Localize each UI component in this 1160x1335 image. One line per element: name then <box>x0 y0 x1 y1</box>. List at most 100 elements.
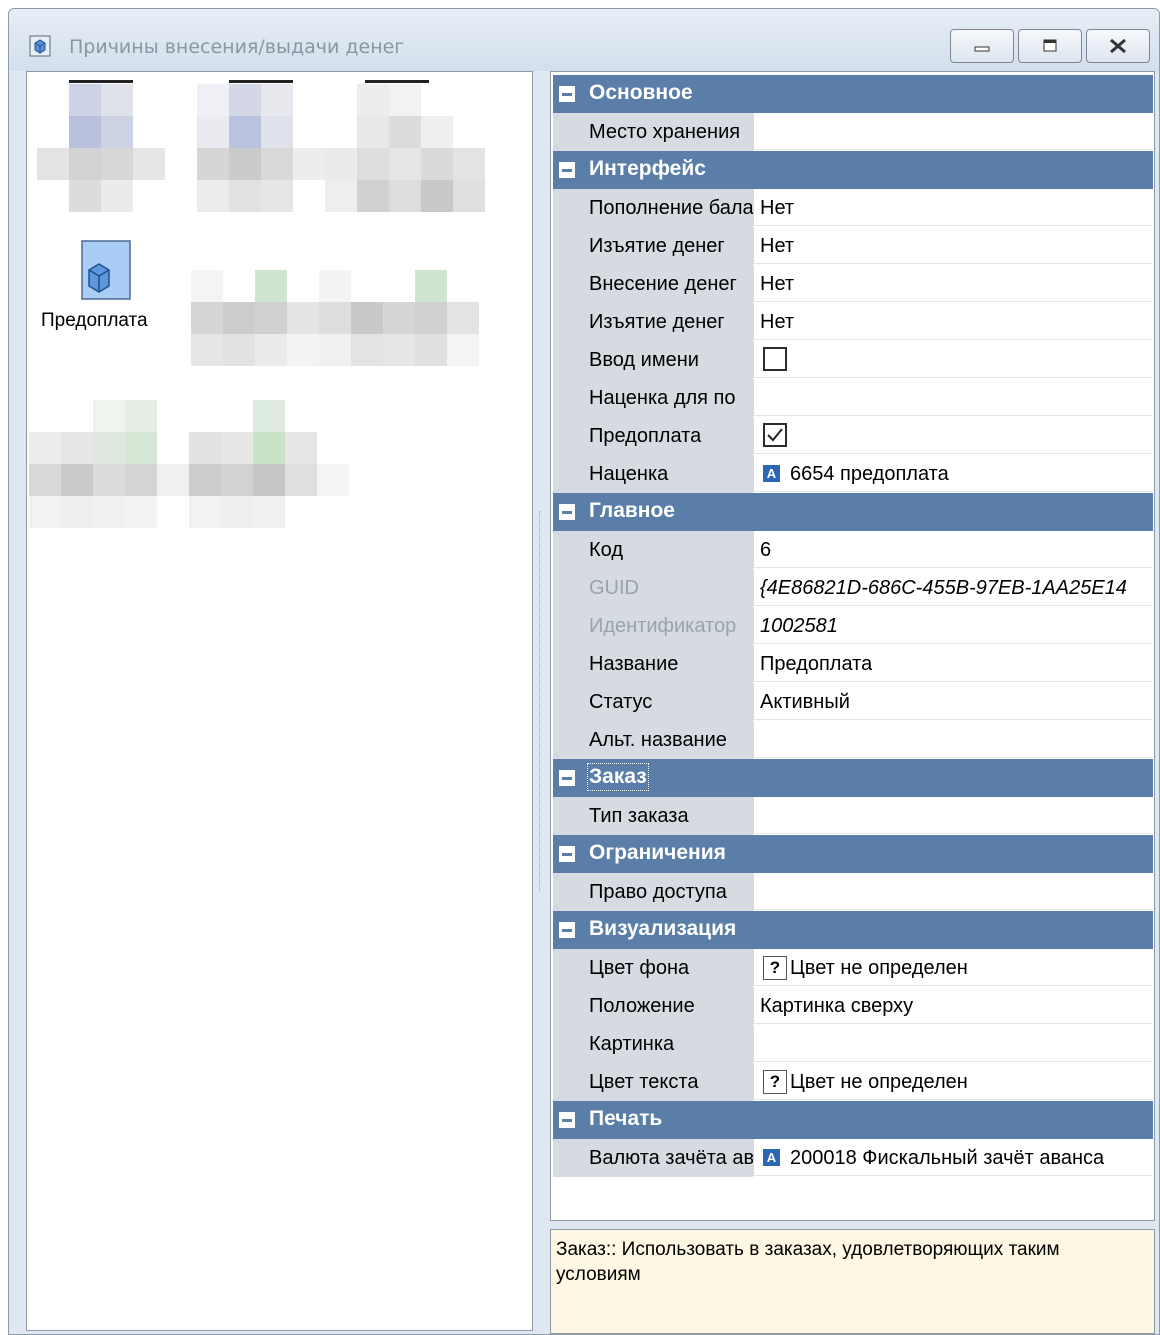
category-ogranicheniya[interactable]: Ограничения <box>553 835 1153 873</box>
property-value-cell[interactable] <box>753 1025 1153 1062</box>
collapse-icon <box>559 770 575 786</box>
question-icon: ? <box>763 956 787 980</box>
blurred-item <box>197 80 325 212</box>
property-value: 200018 Фискальный зачёт аванса <box>790 1147 1105 1169</box>
maximize-button[interactable] <box>1018 29 1082 63</box>
property-value-cell[interactable]: ? Цвет не определен <box>753 1063 1153 1100</box>
property-name: Пополнение баланса <box>589 197 753 219</box>
property-row[interactable]: Альт. название <box>553 721 1153 759</box>
property-row[interactable]: Наценка A 6654 предоплата <box>553 455 1153 493</box>
window-title: Причины внесения/выдачи денег <box>69 36 405 58</box>
property-value-cell[interactable]: A 200018 Фискальный зачёт аванса <box>753 1139 1153 1176</box>
property-value: Предоплата <box>760 653 873 675</box>
property-value-cell[interactable]: Нет <box>753 227 1153 264</box>
property-value: Нет <box>760 311 795 333</box>
property-row[interactable]: Предоплата <box>553 417 1153 455</box>
checkmark-icon <box>767 428 783 442</box>
collapse-icon <box>559 504 575 520</box>
property-value-cell[interactable] <box>753 797 1153 834</box>
property-value-cell[interactable]: Картинка сверху <box>753 987 1153 1024</box>
property-name: Наценка <box>589 463 669 485</box>
cube-icon <box>81 240 131 300</box>
property-value: Цвет не определен <box>790 1071 968 1093</box>
property-value-cell[interactable]: Нет <box>753 303 1153 340</box>
category-glavnoe[interactable]: Главное <box>553 493 1153 531</box>
property-row[interactable]: Изъятие денег Нет <box>553 227 1153 265</box>
property-value-cell[interactable]: A 6654 предоплата <box>753 455 1153 492</box>
property-name: Идентификатор <box>589 615 737 637</box>
property-row[interactable]: Код 6 <box>553 531 1153 569</box>
item-label: Предоплата <box>41 310 148 331</box>
property-row[interactable]: Наценка для по <box>553 379 1153 417</box>
property-value-cell[interactable] <box>753 721 1153 758</box>
property-value: {4E86821D-686C-455B-97EB-1AA25E14 <box>760 577 1127 599</box>
property-name: Изъятие денег <box>589 311 725 333</box>
collapse-icon <box>559 162 575 178</box>
description-panel: Заказ:: Использовать в заказах, удовлетв… <box>550 1229 1155 1334</box>
property-name: Внесение денег <box>589 273 737 295</box>
blurred-item <box>191 270 479 366</box>
property-value-cell[interactable]: {4E86821D-686C-455B-97EB-1AA25E14 <box>753 569 1153 606</box>
category-zakaz[interactable]: Заказ <box>553 759 1153 797</box>
property-value: Нет <box>760 197 795 219</box>
category-osnovnoe[interactable]: Основное <box>553 75 1153 113</box>
property-row[interactable]: Тип заказа <box>553 797 1153 835</box>
property-row[interactable]: Изъятие денег Нет <box>553 303 1153 341</box>
app-window: Причины внесения/выдачи денег Предоплата… <box>8 8 1160 1335</box>
blurred-item <box>325 80 485 212</box>
property-row[interactable]: Валюта зачёта аванса A 200018 Фискальный… <box>553 1139 1153 1177</box>
property-value-cell[interactable] <box>753 873 1153 910</box>
property-grid[interactable]: Основное Место хранения Интерфейс Пополн… <box>550 71 1155 1221</box>
property-value-cell[interactable] <box>753 113 1153 150</box>
property-row[interactable]: Пополнение баланса Нет <box>553 189 1153 227</box>
category-pechat[interactable]: Печать <box>553 1101 1153 1139</box>
close-button[interactable] <box>1086 29 1150 63</box>
property-row[interactable]: Положение Картинка сверху <box>553 987 1153 1025</box>
property-row[interactable]: Право доступа <box>553 873 1153 911</box>
property-row[interactable]: Идентификатор 1002581 <box>553 607 1153 645</box>
property-value-cell[interactable] <box>753 341 1153 378</box>
title-bar[interactable]: Причины внесения/выдачи денег <box>9 9 1159 71</box>
category-label: Основное <box>589 81 693 104</box>
property-name: Наценка для по <box>589 387 736 409</box>
property-name: Картинка <box>589 1033 675 1055</box>
property-row[interactable]: Название Предоплата <box>553 645 1153 683</box>
minimize-button[interactable] <box>950 29 1014 63</box>
property-name: GUID <box>589 577 639 599</box>
property-value-cell[interactable]: Нет <box>753 189 1153 226</box>
property-row[interactable]: Цвет фона ? Цвет не определен <box>553 949 1153 987</box>
property-row[interactable]: Внесение денег Нет <box>553 265 1153 303</box>
reference-badge-icon: A <box>763 1149 780 1166</box>
panel-splitter[interactable] <box>533 71 551 1331</box>
property-value-cell[interactable]: 6 <box>753 531 1153 568</box>
item-tile-predoplata[interactable]: Предоплата <box>41 232 171 332</box>
category-label: Главное <box>589 499 675 522</box>
property-row[interactable]: Место хранения <box>553 113 1153 151</box>
property-value-cell[interactable]: 1002581 <box>753 607 1153 644</box>
minimize-icon <box>974 46 990 52</box>
property-row[interactable]: Цвет текста ? Цвет не определен <box>553 1063 1153 1101</box>
property-name: Цвет текста <box>589 1071 699 1093</box>
category-vizualizatsiya[interactable]: Визуализация <box>553 911 1153 949</box>
property-value-cell[interactable]: Активный <box>753 683 1153 720</box>
question-icon: ? <box>763 1070 787 1094</box>
predoplata-checkbox[interactable] <box>763 423 787 447</box>
property-name: Изъятие денег <box>589 235 725 257</box>
vvod-imeni-checkbox[interactable] <box>763 347 787 371</box>
property-row[interactable]: Ввод имени <box>553 341 1153 379</box>
property-value-cell[interactable]: ? Цвет не определен <box>753 949 1153 986</box>
category-interface[interactable]: Интерфейс <box>553 151 1153 189</box>
property-value-cell[interactable]: Нет <box>753 265 1153 302</box>
property-value-cell[interactable]: Предоплата <box>753 645 1153 682</box>
property-row[interactable]: Статус Активный <box>553 683 1153 721</box>
property-name: Статус <box>589 691 653 713</box>
property-row[interactable]: GUID {4E86821D-686C-455B-97EB-1AA25E14 <box>553 569 1153 607</box>
property-name: Код <box>589 539 624 561</box>
items-panel[interactable]: Предоплата <box>26 71 533 1331</box>
property-value-cell[interactable] <box>753 379 1153 416</box>
property-name: Ввод имени <box>589 349 699 371</box>
property-row[interactable]: Картинка <box>553 1025 1153 1063</box>
reference-badge-icon: A <box>763 465 780 482</box>
property-value-cell[interactable] <box>753 417 1153 454</box>
maximize-icon <box>1043 39 1057 52</box>
